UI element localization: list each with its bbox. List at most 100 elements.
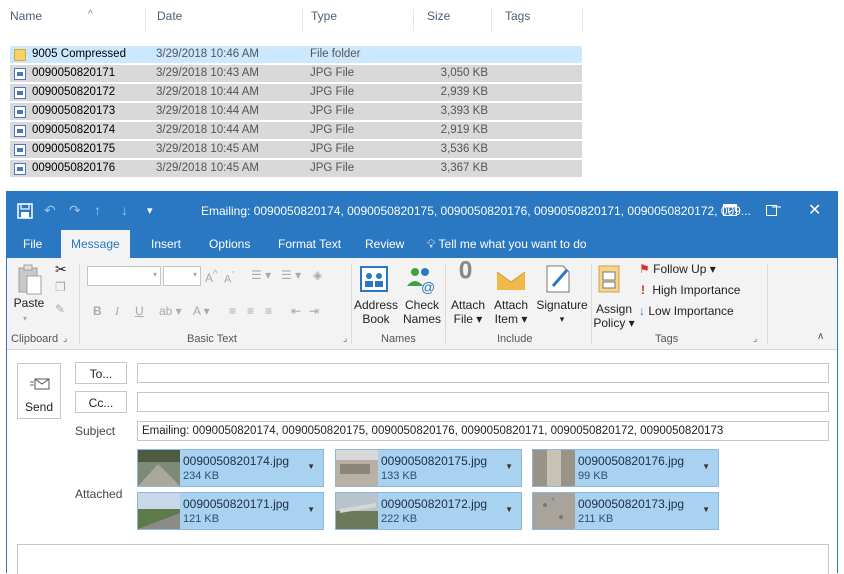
high-importance-button[interactable]: ! High Importance [641, 283, 740, 297]
address-book-button[interactable]: Address Book [353, 298, 399, 326]
tab-insert[interactable]: Insert [151, 230, 181, 258]
font-name-combo[interactable]: ▾ [87, 266, 161, 286]
attach-file-button[interactable]: Attach File ▾ [449, 298, 487, 326]
attachment-chip[interactable]: 0090050820176.jpg 99 KB ▼ [532, 449, 719, 487]
align-left-icon[interactable]: ≡ [229, 304, 236, 318]
svg-text:@: @ [421, 279, 435, 294]
font-color-icon[interactable]: A ▾ [193, 304, 210, 318]
tab-review[interactable]: Review [365, 230, 404, 258]
cut-icon[interactable]: ✂ [55, 262, 67, 276]
basic-text-dialog-launcher-icon[interactable]: ⌟ [343, 333, 347, 344]
column-divider[interactable] [413, 9, 414, 31]
check-names-button[interactable]: Check Names [401, 298, 443, 326]
shrink-font-icon[interactable]: Aˇ [224, 268, 234, 287]
address-book-label-1: Address [353, 298, 399, 312]
tab-file[interactable]: File [23, 230, 42, 258]
attach-item-button[interactable]: Attach Item ▾ [489, 298, 533, 326]
save-icon[interactable] [17, 203, 33, 219]
column-header-name[interactable]: Name ^ [10, 9, 145, 31]
align-center-icon[interactable]: ≡ [247, 304, 254, 318]
file-row[interactable]: 0090050820171 3/29/2018 10:43 AM JPG Fil… [10, 65, 582, 83]
column-header-tags[interactable]: Tags [505, 9, 575, 31]
close-icon[interactable]: ✕ [808, 200, 821, 220]
to-input[interactable] [137, 363, 829, 383]
ribbon-display-options-icon[interactable] [723, 204, 737, 216]
subject-input[interactable]: Emailing: 0090050820174, 0090050820175, … [137, 421, 829, 441]
highlight-icon[interactable]: ab ▾ [159, 304, 182, 318]
attachment-dropdown-icon[interactable]: ▼ [702, 462, 710, 471]
cc-input[interactable] [137, 392, 829, 412]
file-row[interactable]: 0090050820172 3/29/2018 10:44 AM JPG Fil… [10, 84, 582, 102]
column-divider[interactable] [491, 9, 492, 31]
increase-indent-icon[interactable]: ⇥ [309, 304, 319, 318]
file-type: File folder [310, 48, 361, 60]
down-arrow-icon[interactable]: ↓ [121, 202, 128, 218]
undo-icon[interactable]: ↶ [44, 202, 56, 219]
italic-icon[interactable]: I [115, 304, 119, 318]
attachment-dropdown-icon[interactable]: ▼ [307, 462, 315, 471]
file-row[interactable]: 0090050820174 3/29/2018 10:44 AM JPG Fil… [10, 122, 582, 140]
file-row[interactable]: 0090050820175 3/29/2018 10:45 AM JPG Fil… [10, 141, 582, 159]
column-divider[interactable] [145, 9, 146, 31]
customize-quick-access-icon[interactable]: ▾ [147, 204, 153, 217]
numbering-icon[interactable]: ☰ ▾ [281, 268, 301, 282]
tab-format-text[interactable]: Format Text [278, 230, 341, 258]
jpg-file-icon [14, 125, 26, 137]
signature-button[interactable]: Signature ▾ [535, 298, 589, 326]
format-painter-icon[interactable]: ✎ [55, 302, 65, 316]
clipboard-dialog-launcher-icon[interactable]: ⌟ [63, 333, 67, 344]
attachment-chip[interactable]: 0090050820174.jpg 234 KB ▼ [137, 449, 324, 487]
tags-dialog-launcher-icon[interactable]: ⌟ [753, 333, 757, 344]
attachment-chip[interactable]: 0090050820173.jpg 211 KB ▼ [532, 492, 719, 530]
file-row[interactable]: 0090050820173 3/29/2018 10:44 AM JPG Fil… [10, 103, 582, 121]
paste-dropdown-icon[interactable]: ▾ [23, 312, 27, 326]
jpg-file-icon [14, 163, 26, 175]
column-header-size[interactable]: Size [427, 9, 487, 31]
tab-options[interactable]: Options [209, 230, 250, 258]
align-right-icon[interactable]: ≡ [265, 304, 272, 318]
file-explorer: Name ^ Date Type Size Tags 9005 Compress… [0, 0, 844, 190]
column-header-date[interactable]: Date [157, 9, 302, 31]
attachment-dropdown-icon[interactable]: ▼ [307, 505, 315, 514]
paste-button[interactable]: Paste [11, 296, 47, 310]
group-label-clipboard: Clipboard [11, 333, 59, 345]
file-type: JPG File [310, 124, 355, 136]
bullets-icon[interactable]: ☰ ▾ [251, 268, 271, 282]
lightbulb-icon: 💡︎ [427, 237, 436, 251]
attachment-dropdown-icon[interactable]: ▼ [702, 505, 710, 514]
attachment-dropdown-icon[interactable]: ▼ [505, 505, 513, 514]
low-importance-icon: ↓ [639, 304, 645, 318]
attachment-dropdown-icon[interactable]: ▼ [505, 462, 513, 471]
decrease-indent-icon[interactable]: ⇤ [291, 304, 301, 318]
file-name: 0090050820174 [32, 124, 116, 136]
attachment-chip[interactable]: 0090050820175.jpg 133 KB ▼ [335, 449, 522, 487]
follow-up-button[interactable]: ⚑ Follow Up ▾ [639, 262, 716, 276]
attach-file-label-1: Attach [450, 298, 486, 312]
attached-label: Attached [75, 487, 123, 501]
tell-me-box[interactable]: 💡︎ Tell me what you want to do [427, 230, 587, 258]
low-importance-button[interactable]: ↓ Low Importance [639, 304, 734, 318]
tab-message[interactable]: Message [61, 230, 130, 258]
to-button[interactable]: To... [75, 362, 127, 384]
column-divider[interactable] [582, 9, 583, 31]
redo-icon[interactable]: ↷ [69, 202, 81, 219]
font-size-combo[interactable]: ▾ [163, 266, 201, 286]
attachment-chip[interactable]: 0090050820172.jpg 222 KB ▼ [335, 492, 522, 530]
collapse-ribbon-icon[interactable]: ∧ [817, 330, 824, 344]
column-divider[interactable] [302, 9, 303, 31]
assign-policy-button[interactable]: Assign Policy ▾ [591, 302, 637, 330]
maximize-icon[interactable] [766, 205, 777, 216]
up-arrow-icon[interactable]: ↑ [94, 202, 101, 218]
file-row[interactable]: 0090050820176 3/29/2018 10:45 AM JPG Fil… [10, 160, 582, 178]
bold-icon[interactable]: B [93, 304, 102, 318]
underline-icon[interactable]: U [135, 304, 144, 318]
message-body[interactable] [17, 544, 829, 574]
send-button[interactable]: Send [17, 363, 61, 419]
column-header-type[interactable]: Type [311, 9, 411, 31]
attachment-chip[interactable]: 0090050820171.jpg 121 KB ▼ [137, 492, 324, 530]
copy-icon[interactable]: ❐ [55, 280, 66, 294]
cc-button[interactable]: Cc... [75, 391, 127, 413]
clear-formatting-icon[interactable]: ◈ [313, 268, 322, 282]
file-row[interactable]: 9005 Compressed 3/29/2018 10:46 AM File … [10, 46, 582, 64]
grow-font-icon[interactable]: A^ [205, 268, 218, 285]
